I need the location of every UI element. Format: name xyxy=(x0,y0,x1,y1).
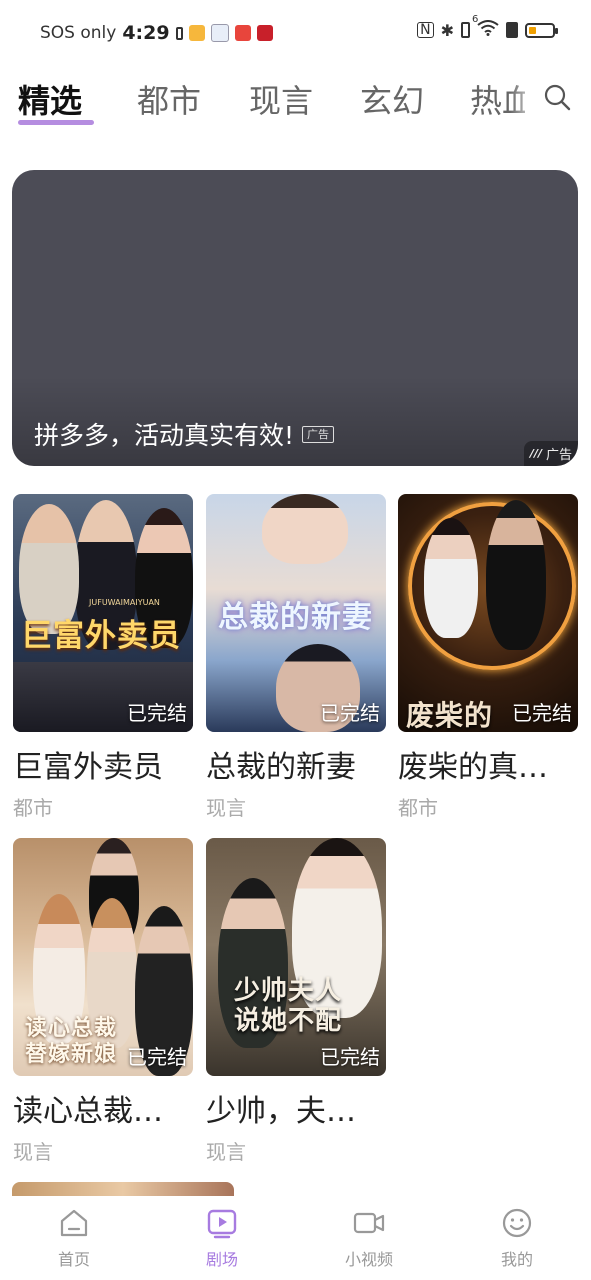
nav-profile[interactable]: 我的 xyxy=(467,1206,567,1270)
drama-title: 废柴的真… xyxy=(398,750,548,785)
status-bar: SOS only 4:29 N ✱ 6 xyxy=(0,0,591,64)
drama-title: 少帅，夫… xyxy=(206,1094,356,1129)
notification-app-icon xyxy=(188,25,205,41)
nav-home[interactable]: 首页 xyxy=(24,1206,124,1270)
drama-genre: 现言 xyxy=(206,796,246,820)
drama-poster: 读心总裁替嫁新娘 已完结 xyxy=(13,838,193,1076)
wifi-icon: 6 xyxy=(472,14,499,40)
drama-title: 总裁的新妻 xyxy=(206,750,356,785)
bottom-navigation: 首页 剧场 小视频 我的 xyxy=(0,1196,591,1280)
nav-short-video[interactable]: 小视频 xyxy=(319,1206,419,1270)
poster-figure xyxy=(424,518,478,638)
nav-profile-label: 我的 xyxy=(500,1250,533,1269)
drama-poster: 巨富外卖员 JUFUWAIMAIYUAN 已完结 xyxy=(13,494,193,732)
drama-card[interactable]: 废柴的 已完结 废柴的真… 都市 xyxy=(398,494,578,821)
battery-alert-icon xyxy=(175,26,183,40)
tab-fantasy[interactable]: 玄幻 xyxy=(360,76,424,122)
drama-card[interactable]: 总裁的新妻 已完结 总裁的新妻 现言 xyxy=(206,494,386,821)
ad-corner-label[interactable]: /// 广告 xyxy=(523,441,578,466)
poster-figure xyxy=(486,500,546,650)
tab-modern-romance[interactable]: 现言 xyxy=(249,76,313,122)
vibrate-icon xyxy=(461,22,470,38)
banner-ad[interactable]: 拼多多，活动真实有效! 广告 /// 广告 xyxy=(12,170,578,466)
theater-play-icon xyxy=(207,1209,237,1239)
home-icon xyxy=(60,1209,88,1237)
tab-featured[interactable]: 精选 xyxy=(18,76,82,122)
ad-corner-text: 广告 xyxy=(545,448,572,463)
video-camera-icon xyxy=(353,1212,385,1234)
notification-app-icon xyxy=(234,25,251,41)
poster-title-art: 巨富外卖员 xyxy=(21,618,181,654)
status-right: N ✱ 6 xyxy=(417,14,558,40)
completed-badge: 已完结 xyxy=(320,701,380,725)
alert-icon xyxy=(506,22,518,38)
banner-text: 拼多多，活动真实有效! xyxy=(34,421,295,450)
network-type-label: 6 xyxy=(472,14,479,25)
poster-title-art: 读心总裁替嫁新娘 xyxy=(25,1016,118,1067)
ad-chip: 广告 xyxy=(302,425,335,443)
nav-home-label: 首页 xyxy=(57,1250,90,1269)
tab-urban[interactable]: 都市 xyxy=(137,76,201,122)
drama-card[interactable]: 少帅夫人说她不配 已完结 少帅，夫… 现言 xyxy=(206,838,386,1165)
search-icon xyxy=(544,84,571,111)
completed-badge: 已完结 xyxy=(127,1045,187,1069)
bluetooth-icon: ✱ xyxy=(440,20,454,40)
drama-title: 读心总裁… xyxy=(13,1094,163,1129)
drama-poster: 少帅夫人说她不配 已完结 xyxy=(206,838,386,1076)
drama-genre: 现言 xyxy=(13,1140,53,1164)
nfc-icon: N xyxy=(417,22,434,38)
search-button[interactable] xyxy=(540,80,576,116)
notification-app-icon xyxy=(210,24,229,42)
tab-fade-overlay xyxy=(510,70,540,130)
completed-badge: 已完结 xyxy=(320,1045,380,1069)
category-tabs: 精选 都市 现言 玄幻 热血 xyxy=(0,70,591,130)
drama-poster: 废柴的 已完结 xyxy=(398,494,578,732)
notification-app-icon xyxy=(256,25,273,41)
poster-figure xyxy=(262,494,348,564)
completed-badge: 已完结 xyxy=(127,701,187,725)
drama-genre: 都市 xyxy=(398,796,438,820)
battery-icon xyxy=(525,22,558,38)
nav-theater-label: 剧场 xyxy=(205,1250,238,1269)
drama-title: 巨富外卖员 xyxy=(13,750,163,785)
active-tab-indicator xyxy=(18,120,94,125)
drama-card[interactable]: 巨富外卖员 JUFUWAIMAIYUAN 已完结 巨富外卖员 都市 xyxy=(13,494,193,821)
clock-time: 4:29 xyxy=(122,22,170,44)
carrier-label: SOS only xyxy=(40,23,117,43)
nav-theater[interactable]: 剧场 xyxy=(172,1206,272,1270)
nav-short-video-label: 小视频 xyxy=(344,1250,393,1269)
poster-title-art: 废柴的 xyxy=(406,699,494,732)
drama-poster: 总裁的新妻 已完结 xyxy=(206,494,386,732)
banner-caption: 拼多多，活动真实有效! 广告 xyxy=(34,416,335,452)
smiley-profile-icon xyxy=(502,1208,532,1238)
status-left: SOS only 4:29 xyxy=(40,22,273,44)
poster-title-art: 少帅夫人说她不配 xyxy=(234,976,343,1036)
drama-genre: 现言 xyxy=(206,1140,246,1164)
drama-genre: 都市 xyxy=(13,796,53,820)
poster-subtitle: JUFUWAIMAIYUAN xyxy=(89,598,160,607)
ad-logo-icon: /// xyxy=(529,447,542,460)
poster-title-art: 总裁的新妻 xyxy=(218,600,373,635)
completed-badge: 已完结 xyxy=(512,701,572,725)
drama-card[interactable]: 读心总裁替嫁新娘 已完结 读心总裁… 现言 xyxy=(13,838,193,1165)
